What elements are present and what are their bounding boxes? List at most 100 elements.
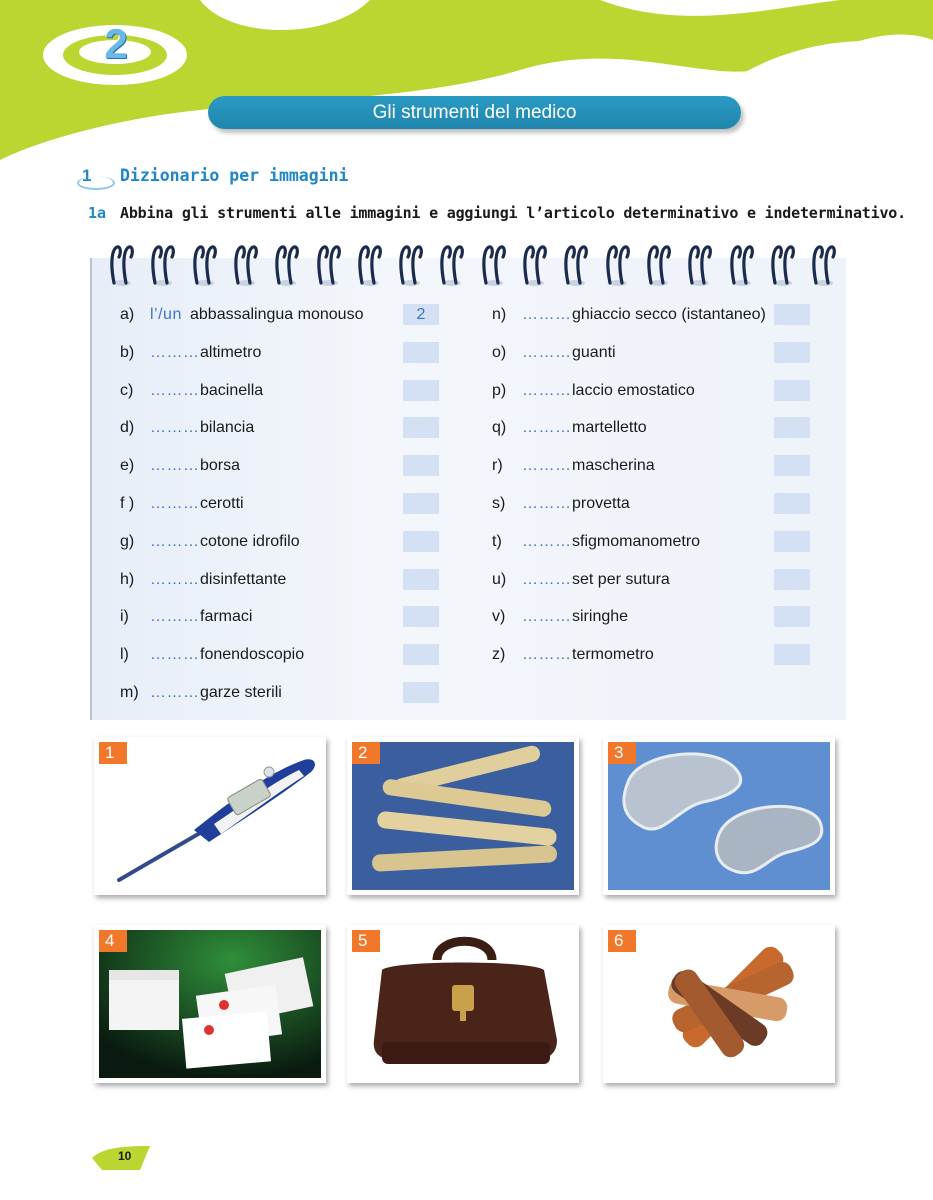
answer-box[interactable] [774, 644, 810, 666]
binding-ring [771, 245, 795, 286]
article-blank[interactable]: ……… [150, 344, 200, 362]
article-blank[interactable]: ……… [150, 571, 200, 589]
article-blank[interactable]: ……… [522, 344, 572, 362]
answer-box[interactable] [774, 455, 810, 477]
answer-box[interactable] [403, 417, 439, 439]
exercise-number: 1a [88, 204, 107, 222]
item-word: provetta [572, 495, 630, 512]
item-word: farmaci [200, 608, 253, 626]
article-blank[interactable]: ……… [150, 533, 200, 551]
item-letter: m) [120, 684, 139, 701]
photo-card-6: 6 [603, 925, 835, 1083]
doctor-bag-image [352, 930, 574, 1078]
item-letter: h) [120, 570, 135, 588]
answer-box[interactable] [774, 341, 810, 363]
article-blank[interactable]: ……… [150, 419, 200, 437]
list-item: p) ……… laccio emostatico [492, 379, 814, 404]
article-blank[interactable]: ……… [522, 608, 572, 626]
item-letter: p) [492, 381, 507, 399]
swirl-icon [77, 176, 115, 190]
article-blank[interactable]: ……… [150, 495, 200, 513]
article-blank[interactable]: ……… [522, 382, 572, 400]
photo-card-4: 4 [94, 925, 326, 1083]
item-letter: z) [492, 646, 506, 664]
list-item: t) ……… sfigmomanometro [492, 530, 814, 555]
binding-ring [110, 245, 134, 286]
binding-ring [151, 245, 176, 286]
article-blank[interactable]: l’/un [150, 306, 182, 324]
list-item: q) ……… martelletto [492, 417, 814, 441]
item-letter: e) [120, 457, 135, 475]
answer-box[interactable] [403, 568, 439, 590]
list-item: g) ……… cotone idrofilo [120, 530, 443, 555]
answer-box[interactable] [403, 530, 439, 552]
item-letter: i) [120, 608, 129, 626]
item-word: cerotti [200, 495, 244, 512]
kidney-dishes-image [608, 742, 830, 890]
photo-badge: 1 [99, 742, 127, 764]
article-blank[interactable]: ……… [150, 608, 200, 626]
binding-ring [729, 245, 754, 286]
answer-box[interactable] [403, 455, 439, 477]
binding-ring [523, 245, 547, 286]
list-item: c) ……… bacinella [120, 379, 443, 404]
page-number: 10 [118, 1149, 132, 1163]
exercise-instruction: Abbina gli strumenti alle immagini e agg… [120, 204, 906, 222]
article-blank[interactable]: ……… [522, 419, 572, 437]
article-blank[interactable]: ……… [522, 457, 572, 475]
article-blank[interactable]: ……… [150, 684, 200, 702]
item-word: bacinella [200, 381, 264, 399]
answer-box[interactable] [774, 606, 810, 628]
answer-box[interactable] [403, 606, 439, 628]
item-word: laccio emostatico [572, 381, 695, 399]
answer-box[interactable] [774, 417, 810, 439]
photo-card-3: 3 [603, 737, 835, 895]
list-item: u) ……… set per sutura [492, 568, 814, 593]
binding-ring [564, 245, 589, 286]
answer-box[interactable] [403, 682, 439, 703]
list-item: s) ……… provetta [492, 493, 814, 517]
binding-ring [605, 245, 630, 286]
binding-ring [399, 245, 423, 286]
thermometer-image [99, 742, 321, 890]
article-blank[interactable]: ……… [522, 306, 572, 324]
list-item: n) ……… ghiaccio secco (istantaneo) [492, 304, 814, 328]
article-blank[interactable]: ……… [522, 495, 572, 513]
binding-ring [358, 245, 382, 286]
answer-box[interactable] [774, 568, 810, 590]
article-blank[interactable]: ……… [150, 382, 200, 400]
list-item: i) ……… farmaci [120, 606, 443, 630]
answer-box[interactable] [774, 304, 810, 325]
plasters-image [608, 930, 830, 1078]
article-blank[interactable]: ……… [522, 646, 572, 664]
answer-box[interactable] [774, 530, 810, 552]
sterile-gauze-image [99, 930, 321, 1078]
article-blank[interactable]: ……… [522, 571, 572, 589]
list-item: v) ……… siringhe [492, 606, 814, 630]
item-letter: o) [492, 343, 507, 361]
section-title: Dizionario per immagini [120, 166, 349, 185]
item-word: termometro [572, 646, 654, 664]
answer-box[interactable] [403, 493, 439, 514]
item-letter: u) [492, 570, 507, 588]
article-blank[interactable]: ……… [522, 533, 572, 551]
binding-ring [234, 245, 258, 286]
binding-ring [812, 245, 836, 286]
photo-badge: 6 [608, 930, 636, 952]
photo-badge: 2 [352, 742, 380, 764]
answer-box[interactable] [403, 379, 439, 401]
answer-box[interactable]: 2 [403, 304, 439, 325]
answer-box[interactable] [774, 493, 810, 514]
answer-box[interactable] [403, 341, 439, 363]
binding-ring [647, 245, 671, 286]
list-item: b) ……… altimetro [120, 341, 443, 366]
answer-box[interactable] [774, 379, 810, 401]
photo-card-1: 1 [94, 737, 326, 895]
binding-ring [316, 245, 341, 286]
article-blank[interactable]: ……… [150, 457, 200, 475]
answer-box[interactable] [403, 644, 439, 666]
list-item: h) ……… disinfettante [120, 568, 443, 593]
photo-card-2: 2 [347, 737, 579, 895]
photo-badge: 5 [352, 930, 380, 952]
article-blank[interactable]: ……… [150, 646, 200, 664]
